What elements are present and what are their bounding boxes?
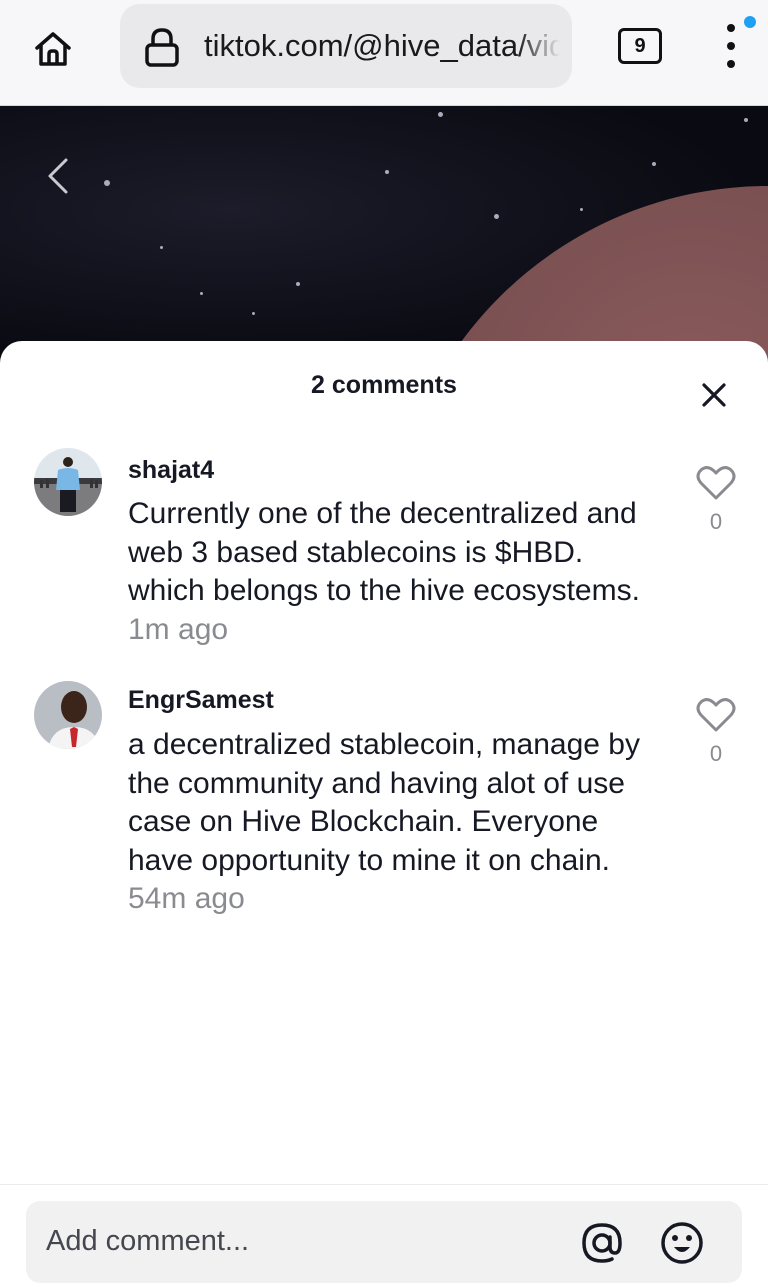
star: [160, 246, 163, 249]
video-player[interactable]: [0, 106, 768, 366]
notification-dot: [744, 16, 756, 28]
menu-dot-icon: [727, 24, 735, 32]
star: [580, 208, 583, 211]
star: [652, 162, 656, 166]
comment-timestamp: 54m ago: [128, 882, 245, 915]
star: [744, 118, 748, 122]
lock-icon: [145, 28, 179, 67]
comment-username[interactable]: shajat4: [128, 456, 214, 485]
more-menu-button[interactable]: [714, 20, 750, 72]
like-count: 0: [709, 509, 723, 534]
star: [438, 112, 443, 117]
comment-timestamp: 1m ago: [128, 612, 229, 646]
home-icon: [35, 32, 71, 66]
avatar[interactable]: [34, 681, 102, 749]
tab-switcher-button[interactable]: 9: [618, 28, 662, 64]
comment-text: Currently one of the decentralized and w…: [128, 495, 668, 649]
star: [385, 170, 389, 174]
comment-body: Currently one of the decentralized and w…: [128, 497, 640, 607]
like-button[interactable]: 0: [692, 697, 740, 777]
heart-icon: [696, 698, 736, 732]
address-bar[interactable]: tiktok.com/@hive_data/video: [120, 4, 572, 88]
comment-text: a decentralized stablecoin, manage by th…: [128, 726, 668, 919]
heart-icon: [696, 466, 736, 500]
comment-username[interactable]: EngrSamest: [128, 686, 274, 715]
back-chevron-icon[interactable]: [40, 154, 76, 198]
comments-sheet: 2 comments shajat4 Currently one of the …: [0, 341, 768, 1287]
comments-count-title: 2 comments: [311, 371, 457, 399]
emoji-icon[interactable]: [658, 1219, 706, 1267]
close-icon[interactable]: [696, 377, 732, 413]
home-button[interactable]: [22, 18, 84, 80]
add-comment-placeholder: Add comment...: [46, 1225, 250, 1257]
video-frame-planet: [388, 186, 768, 366]
add-comment-input[interactable]: Add comment...: [26, 1201, 742, 1283]
avatar[interactable]: [34, 448, 102, 516]
like-count: 0: [709, 741, 723, 766]
star: [104, 180, 110, 186]
menu-dot-icon: [727, 60, 735, 68]
star: [252, 312, 255, 315]
star: [494, 214, 499, 219]
mention-icon[interactable]: [578, 1219, 626, 1267]
url-text: tiktok.com/@hive_data/video: [204, 28, 560, 63]
star: [296, 282, 300, 286]
divider: [0, 1184, 768, 1185]
menu-dot-icon: [727, 42, 735, 50]
browser-toolbar: tiktok.com/@hive_data/video 9: [0, 0, 768, 106]
like-button[interactable]: 0: [692, 465, 740, 545]
star: [200, 292, 203, 295]
comment-body: a decentralized stablecoin, manage by th…: [128, 728, 640, 877]
